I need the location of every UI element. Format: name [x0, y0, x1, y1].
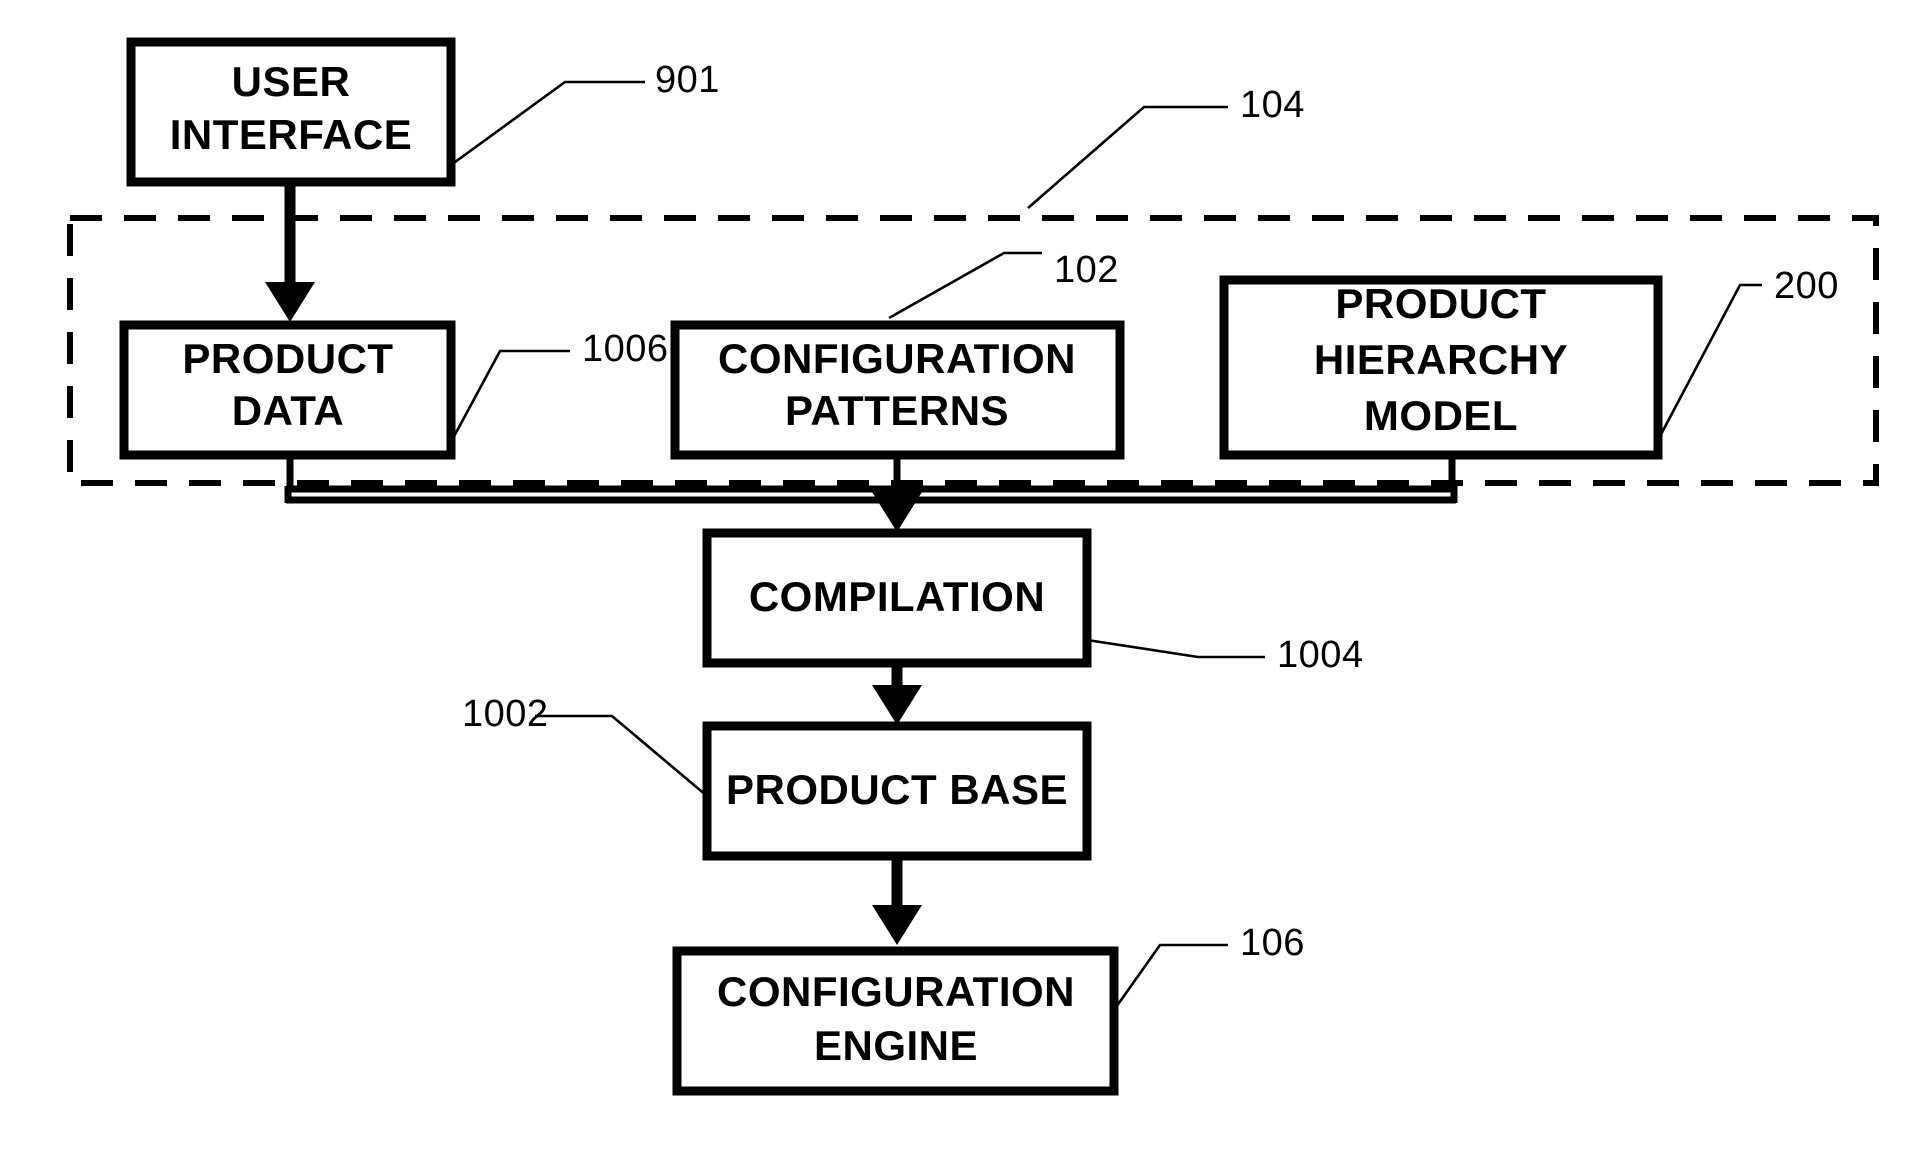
ref-number-1006: 1006 — [582, 328, 669, 370]
leader-line-102 — [888, 251, 1042, 320]
box-product-data-label-line1: PRODUCT — [182, 335, 393, 382]
ref-number-1002: 1002 — [462, 693, 549, 735]
arrowhead-ui-to-product-data — [265, 282, 315, 322]
ref-number-1004: 1004 — [1277, 634, 1364, 676]
diagram-svg: USER INTERFACE PRODUCT DATA CONFIGURATIO… — [67, 37, 1879, 1096]
arrowhead-compilation-to-product-base — [872, 685, 922, 725]
leader-line-104 — [1027, 105, 1228, 209]
box-product-hierarchy-model-label-line1: PRODUCT — [1335, 280, 1546, 327]
leader-line-1002 — [535, 714, 708, 797]
box-product-base-label: PRODUCT BASE — [726, 766, 1068, 813]
leader-line-200 — [1656, 283, 1762, 441]
box-product-hierarchy-model[interactable]: PRODUCT HIERARCHY MODEL — [1219, 275, 1663, 460]
diagram-canvas: USER INTERFACE PRODUCT DATA CONFIGURATIO… — [0, 0, 1928, 1149]
box-configuration-engine[interactable]: CONFIGURATION ENGINE — [672, 946, 1119, 1096]
box-product-hierarchy-model-label-line3: MODEL — [1364, 392, 1518, 439]
box-product-data-label-line2: DATA — [232, 387, 344, 434]
leader-line-901 — [450, 80, 645, 167]
box-compilation-label: COMPILATION — [749, 573, 1045, 620]
ref-number-106: 106 — [1240, 922, 1305, 964]
ref-number-901: 901 — [655, 59, 720, 101]
leader-line-1004 — [1086, 638, 1265, 659]
box-user-interface-label-line2: INTERFACE — [170, 111, 413, 158]
arrowhead-product-base-to-configuration-engine — [872, 905, 922, 945]
box-user-interface-label-line1: USER — [232, 58, 351, 105]
box-compilation[interactable]: COMPILATION — [702, 528, 1092, 668]
box-configuration-patterns[interactable]: CONFIGURATION PATTERNS — [670, 320, 1125, 460]
ref-number-102: 102 — [1054, 249, 1119, 291]
box-configuration-patterns-label-line2: PATTERNS — [785, 387, 1009, 434]
leader-line-106 — [1112, 943, 1228, 1011]
box-product-data[interactable]: PRODUCT DATA — [119, 320, 456, 460]
box-configuration-patterns-label-line1: CONFIGURATION — [718, 335, 1076, 382]
box-configuration-engine-label-line1: CONFIGURATION — [717, 968, 1075, 1015]
box-configuration-engine-label-line2: ENGINE — [814, 1022, 978, 1069]
box-user-interface[interactable]: USER INTERFACE — [126, 37, 456, 187]
box-product-base[interactable]: PRODUCT BASE — [702, 721, 1092, 861]
leader-line-1006 — [449, 349, 570, 443]
box-product-hierarchy-model-label-line2: HIERARCHY — [1314, 336, 1568, 383]
ref-number-104: 104 — [1240, 84, 1305, 126]
ref-number-200: 200 — [1774, 265, 1839, 307]
arrowhead-bus-to-compilation — [872, 492, 922, 532]
